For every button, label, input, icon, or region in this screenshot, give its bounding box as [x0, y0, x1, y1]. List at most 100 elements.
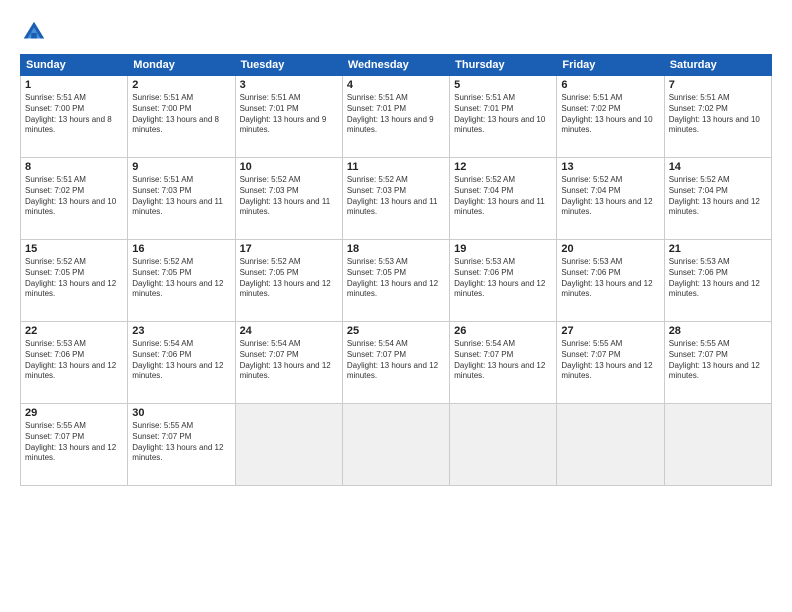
day-info: Sunrise: 5:51 AM Sunset: 7:02 PM Dayligh…	[561, 93, 659, 136]
day-number: 6	[561, 79, 659, 91]
calendar-day-1: 1 Sunrise: 5:51 AM Sunset: 7:00 PM Dayli…	[21, 76, 128, 158]
calendar-day-2: 2 Sunrise: 5:51 AM Sunset: 7:00 PM Dayli…	[128, 76, 235, 158]
day-number: 15	[25, 243, 123, 255]
day-info: Sunrise: 5:52 AM Sunset: 7:03 PM Dayligh…	[240, 175, 338, 218]
day-number: 16	[132, 243, 230, 255]
day-info: Sunrise: 5:51 AM Sunset: 7:03 PM Dayligh…	[132, 175, 230, 218]
day-number: 1	[25, 79, 123, 91]
day-number: 9	[132, 161, 230, 173]
day-info: Sunrise: 5:53 AM Sunset: 7:06 PM Dayligh…	[561, 257, 659, 300]
calendar-weekday-thursday: Thursday	[450, 55, 557, 76]
calendar-day-7: 7 Sunrise: 5:51 AM Sunset: 7:02 PM Dayli…	[664, 76, 771, 158]
page: SundayMondayTuesdayWednesdayThursdayFrid…	[0, 0, 792, 612]
day-info: Sunrise: 5:54 AM Sunset: 7:07 PM Dayligh…	[347, 339, 445, 382]
calendar-day-9: 9 Sunrise: 5:51 AM Sunset: 7:03 PM Dayli…	[128, 158, 235, 240]
calendar-weekday-friday: Friday	[557, 55, 664, 76]
calendar-day-8: 8 Sunrise: 5:51 AM Sunset: 7:02 PM Dayli…	[21, 158, 128, 240]
calendar-weekday-monday: Monday	[128, 55, 235, 76]
calendar-day-15: 15 Sunrise: 5:52 AM Sunset: 7:05 PM Dayl…	[21, 240, 128, 322]
day-info: Sunrise: 5:52 AM Sunset: 7:05 PM Dayligh…	[240, 257, 338, 300]
day-info: Sunrise: 5:53 AM Sunset: 7:05 PM Dayligh…	[347, 257, 445, 300]
calendar-week-2: 8 Sunrise: 5:51 AM Sunset: 7:02 PM Dayli…	[21, 158, 772, 240]
day-info: Sunrise: 5:52 AM Sunset: 7:04 PM Dayligh…	[454, 175, 552, 218]
calendar-week-1: 1 Sunrise: 5:51 AM Sunset: 7:00 PM Dayli…	[21, 76, 772, 158]
day-number: 14	[669, 161, 767, 173]
day-number: 13	[561, 161, 659, 173]
calendar-day-6: 6 Sunrise: 5:51 AM Sunset: 7:02 PM Dayli…	[557, 76, 664, 158]
calendar: SundayMondayTuesdayWednesdayThursdayFrid…	[20, 54, 772, 486]
day-info: Sunrise: 5:52 AM Sunset: 7:04 PM Dayligh…	[561, 175, 659, 218]
calendar-weekday-saturday: Saturday	[664, 55, 771, 76]
logo-icon	[20, 18, 48, 46]
calendar-day-21: 21 Sunrise: 5:53 AM Sunset: 7:06 PM Dayl…	[664, 240, 771, 322]
calendar-day-29: 29 Sunrise: 5:55 AM Sunset: 7:07 PM Dayl…	[21, 404, 128, 486]
calendar-week-4: 22 Sunrise: 5:53 AM Sunset: 7:06 PM Dayl…	[21, 322, 772, 404]
calendar-day-27: 27 Sunrise: 5:55 AM Sunset: 7:07 PM Dayl…	[557, 322, 664, 404]
day-number: 28	[669, 325, 767, 337]
day-info: Sunrise: 5:53 AM Sunset: 7:06 PM Dayligh…	[25, 339, 123, 382]
calendar-day-22: 22 Sunrise: 5:53 AM Sunset: 7:06 PM Dayl…	[21, 322, 128, 404]
day-info: Sunrise: 5:52 AM Sunset: 7:05 PM Dayligh…	[25, 257, 123, 300]
calendar-day-23: 23 Sunrise: 5:54 AM Sunset: 7:06 PM Dayl…	[128, 322, 235, 404]
day-info: Sunrise: 5:51 AM Sunset: 7:01 PM Dayligh…	[454, 93, 552, 136]
calendar-empty-cell	[557, 404, 664, 486]
day-info: Sunrise: 5:51 AM Sunset: 7:01 PM Dayligh…	[240, 93, 338, 136]
day-info: Sunrise: 5:53 AM Sunset: 7:06 PM Dayligh…	[669, 257, 767, 300]
day-number: 8	[25, 161, 123, 173]
calendar-day-24: 24 Sunrise: 5:54 AM Sunset: 7:07 PM Dayl…	[235, 322, 342, 404]
calendar-day-13: 13 Sunrise: 5:52 AM Sunset: 7:04 PM Dayl…	[557, 158, 664, 240]
day-number: 26	[454, 325, 552, 337]
day-info: Sunrise: 5:51 AM Sunset: 7:02 PM Dayligh…	[25, 175, 123, 218]
day-number: 30	[132, 407, 230, 419]
day-number: 10	[240, 161, 338, 173]
day-info: Sunrise: 5:51 AM Sunset: 7:00 PM Dayligh…	[25, 93, 123, 136]
calendar-day-25: 25 Sunrise: 5:54 AM Sunset: 7:07 PM Dayl…	[342, 322, 449, 404]
day-number: 18	[347, 243, 445, 255]
calendar-day-14: 14 Sunrise: 5:52 AM Sunset: 7:04 PM Dayl…	[664, 158, 771, 240]
day-info: Sunrise: 5:55 AM Sunset: 7:07 PM Dayligh…	[132, 421, 230, 464]
day-number: 19	[454, 243, 552, 255]
day-info: Sunrise: 5:52 AM Sunset: 7:03 PM Dayligh…	[347, 175, 445, 218]
calendar-day-3: 3 Sunrise: 5:51 AM Sunset: 7:01 PM Dayli…	[235, 76, 342, 158]
day-number: 21	[669, 243, 767, 255]
day-info: Sunrise: 5:52 AM Sunset: 7:04 PM Dayligh…	[669, 175, 767, 218]
calendar-day-10: 10 Sunrise: 5:52 AM Sunset: 7:03 PM Dayl…	[235, 158, 342, 240]
day-number: 27	[561, 325, 659, 337]
header	[20, 18, 772, 46]
day-info: Sunrise: 5:51 AM Sunset: 7:01 PM Dayligh…	[347, 93, 445, 136]
calendar-day-28: 28 Sunrise: 5:55 AM Sunset: 7:07 PM Dayl…	[664, 322, 771, 404]
calendar-day-30: 30 Sunrise: 5:55 AM Sunset: 7:07 PM Dayl…	[128, 404, 235, 486]
calendar-day-12: 12 Sunrise: 5:52 AM Sunset: 7:04 PM Dayl…	[450, 158, 557, 240]
calendar-day-17: 17 Sunrise: 5:52 AM Sunset: 7:05 PM Dayl…	[235, 240, 342, 322]
day-number: 29	[25, 407, 123, 419]
calendar-weekday-wednesday: Wednesday	[342, 55, 449, 76]
day-number: 22	[25, 325, 123, 337]
day-info: Sunrise: 5:52 AM Sunset: 7:05 PM Dayligh…	[132, 257, 230, 300]
day-info: Sunrise: 5:55 AM Sunset: 7:07 PM Dayligh…	[25, 421, 123, 464]
calendar-header-row: SundayMondayTuesdayWednesdayThursdayFrid…	[21, 55, 772, 76]
day-info: Sunrise: 5:55 AM Sunset: 7:07 PM Dayligh…	[669, 339, 767, 382]
day-number: 5	[454, 79, 552, 91]
day-number: 24	[240, 325, 338, 337]
day-info: Sunrise: 5:53 AM Sunset: 7:06 PM Dayligh…	[454, 257, 552, 300]
calendar-day-26: 26 Sunrise: 5:54 AM Sunset: 7:07 PM Dayl…	[450, 322, 557, 404]
logo	[20, 18, 52, 46]
calendar-empty-cell	[235, 404, 342, 486]
day-number: 20	[561, 243, 659, 255]
day-info: Sunrise: 5:54 AM Sunset: 7:06 PM Dayligh…	[132, 339, 230, 382]
day-number: 7	[669, 79, 767, 91]
day-info: Sunrise: 5:55 AM Sunset: 7:07 PM Dayligh…	[561, 339, 659, 382]
calendar-empty-cell	[450, 404, 557, 486]
day-info: Sunrise: 5:54 AM Sunset: 7:07 PM Dayligh…	[240, 339, 338, 382]
calendar-day-11: 11 Sunrise: 5:52 AM Sunset: 7:03 PM Dayl…	[342, 158, 449, 240]
calendar-day-20: 20 Sunrise: 5:53 AM Sunset: 7:06 PM Dayl…	[557, 240, 664, 322]
day-number: 25	[347, 325, 445, 337]
calendar-week-3: 15 Sunrise: 5:52 AM Sunset: 7:05 PM Dayl…	[21, 240, 772, 322]
day-number: 23	[132, 325, 230, 337]
day-number: 17	[240, 243, 338, 255]
day-number: 2	[132, 79, 230, 91]
day-number: 12	[454, 161, 552, 173]
calendar-day-4: 4 Sunrise: 5:51 AM Sunset: 7:01 PM Dayli…	[342, 76, 449, 158]
calendar-empty-cell	[664, 404, 771, 486]
calendar-day-5: 5 Sunrise: 5:51 AM Sunset: 7:01 PM Dayli…	[450, 76, 557, 158]
